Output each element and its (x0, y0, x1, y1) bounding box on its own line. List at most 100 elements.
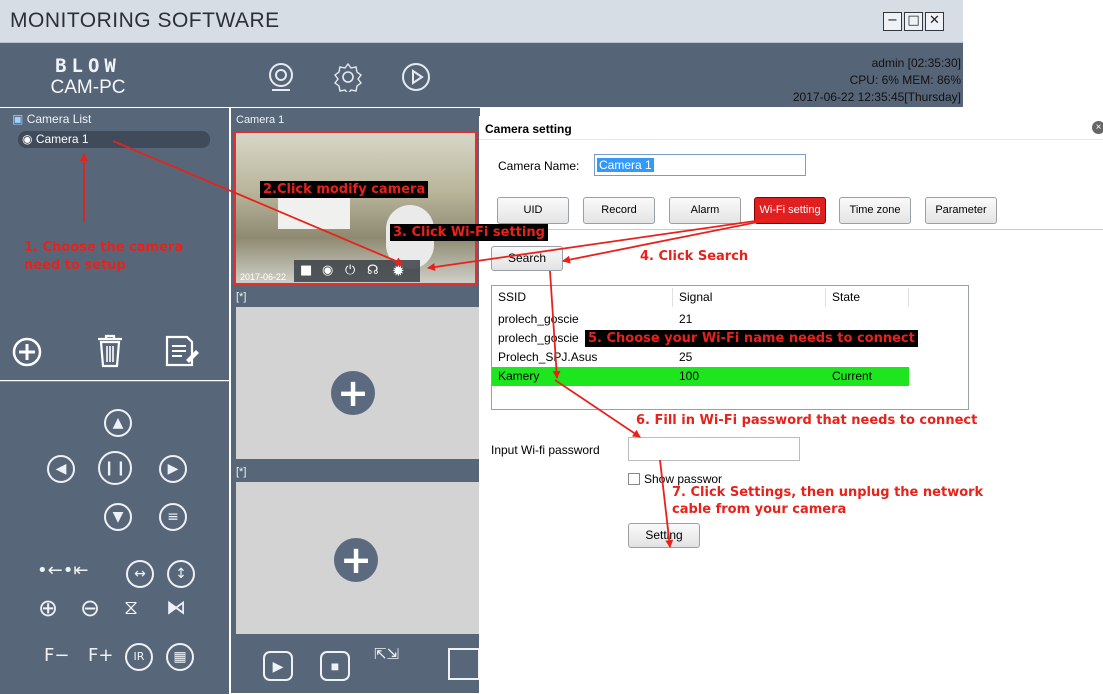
add-video-icon[interactable]: + (334, 538, 378, 582)
status-user-time: admin [02:35:30] (871, 56, 961, 70)
signal-cell: 25 (679, 350, 693, 364)
edit-camera-icon[interactable] (164, 334, 200, 368)
show-password-label: Show passwor (644, 472, 723, 486)
status-datetime: 2017-06-22 12:35:45[Thursday] (792, 90, 961, 104)
table-row-selected[interactable]: Kamery 100 Current (492, 367, 909, 386)
tab-alarm[interactable]: Alarm (669, 197, 741, 224)
annotation-step-3: 3. Click Wi-Fi setting (390, 224, 548, 241)
table-row[interactable]: prolech_goscie 21 (492, 310, 909, 329)
state-cell: Current (832, 369, 873, 383)
divider (479, 139, 1103, 140)
playback-stop-icon[interactable]: ■ (320, 651, 350, 681)
brand-logo-text: BLOW (55, 55, 121, 77)
video-timestamp: 2017-06-22 (240, 272, 287, 282)
ssid-cell: Kamery (498, 369, 540, 383)
annotation-step-2: 2.Click modify camera (260, 181, 429, 198)
annotation-step-1: 1. Choose the camera (24, 240, 184, 255)
zoom-in-icon[interactable]: ⊕ (38, 594, 58, 622)
tab-uid[interactable]: UID (497, 197, 569, 224)
wifi-password-input[interactable] (628, 437, 800, 461)
focus-minus-button[interactable]: F− (44, 645, 69, 666)
annotation-step-7-cont: cable from your camera (672, 502, 847, 517)
play-icon[interactable] (401, 62, 431, 92)
camera-list-label: Camera List (26, 112, 92, 126)
pane3-label: [*] (236, 466, 247, 478)
delete-camera-icon[interactable] (95, 333, 125, 369)
dialog-title: Camera setting (485, 122, 572, 136)
pause-icon[interactable]: ❙❙ (98, 451, 132, 485)
table-row[interactable]: Prolech_SPJ.Asus 25 (492, 348, 909, 367)
annotation-step-7: 7. Click Settings, then unplug the netwo… (672, 485, 984, 500)
brand-logo: BLOW CAM-PC (38, 55, 138, 99)
webcam-icon[interactable] (266, 62, 296, 92)
layout-single-icon[interactable] (448, 648, 480, 680)
mirror-horizontal-icon[interactable]: ⧑ (166, 595, 186, 619)
camera-name-label: Camera Name: (498, 159, 580, 173)
camera-video-pane[interactable]: ■ ◉ ⏻ ☊ ✹ 2017-06-22 (234, 131, 477, 285)
pan-left-icon[interactable]: ◀ (47, 455, 75, 483)
column-header-ssid[interactable]: SSID (492, 288, 673, 307)
signal-cell: 100 (679, 369, 700, 383)
video-window (278, 195, 350, 229)
camera-icon: ◉ (22, 132, 33, 146)
tab-record[interactable]: Record (583, 197, 655, 224)
column-header-signal[interactable]: Signal (673, 288, 826, 307)
horizontal-flip-icon[interactable]: ↔ (126, 560, 154, 588)
maximize-button[interactable]: □ (904, 12, 923, 31)
annotation-step-4: 4. Click Search (640, 249, 749, 264)
add-camera-icon[interactable] (11, 336, 43, 368)
dialog-close-icon[interactable]: × (1092, 121, 1103, 134)
tab-wifi-setting[interactable]: Wi-Fi setting (754, 197, 826, 224)
pane2-label: [*] (236, 291, 247, 303)
add-video-icon[interactable]: + (331, 371, 375, 415)
annotation-step-1-cont: need to setup (24, 258, 126, 273)
tab-time-zone[interactable]: Time zone (839, 197, 911, 224)
ir-button[interactable]: IR (125, 643, 153, 671)
brand-subtitle: CAM-PC (50, 77, 126, 98)
tab-parameter[interactable]: Parameter (925, 197, 997, 224)
annotation-step-5: 5. Choose your Wi-Fi name needs to conne… (585, 330, 918, 347)
mirror-vertical-icon[interactable]: ⧖ (124, 595, 138, 619)
state-cell (826, 348, 909, 367)
microphone-icon[interactable]: ⏻ (345, 263, 355, 278)
headphones-icon[interactable]: ☊ (367, 263, 379, 278)
gear-icon[interactable] (333, 62, 363, 92)
divider (479, 229, 1103, 230)
signal-cell: 21 (679, 312, 693, 326)
table-header-row: SSID Signal State (492, 288, 909, 307)
search-button[interactable]: Search (491, 246, 563, 271)
pane1-label: Camera 1 (236, 114, 285, 126)
horizontal-patrol-icon[interactable]: •←•⇤ (37, 560, 88, 581)
vertical-flip-icon[interactable]: ↕ (167, 560, 195, 588)
tree-icon: ▣ (12, 112, 24, 126)
ssid-cell: prolech_goscie (498, 312, 579, 326)
playback-play-icon[interactable]: ▶ (263, 651, 293, 681)
camera-item-label: Camera 1 (35, 132, 89, 146)
pan-right-icon[interactable]: ▶ (159, 455, 187, 483)
record-icon[interactable]: ■ (300, 263, 312, 278)
status-panel: admin [02:35:30] CPU: 6% MEM: 86% 2017-0… (793, 55, 961, 106)
image-settings-icon[interactable]: ▦ (166, 643, 194, 671)
fullscreen-icon[interactable]: ⇱⇲ (374, 646, 399, 662)
column-header-state[interactable]: State (826, 288, 909, 307)
zoom-out-icon[interactable]: ⊖ (80, 594, 100, 622)
preset-list-icon[interactable]: ≡ (159, 503, 187, 531)
camera-list-title: ▣ Camera List (12, 112, 91, 126)
snapshot-icon[interactable]: ◉ (322, 263, 333, 278)
close-button[interactable]: ✕ (925, 12, 944, 31)
camera-name-value: Camera 1 (597, 158, 654, 172)
focus-plus-button[interactable]: F+ (88, 645, 113, 666)
ssid-cell: Prolech_SPJ.Asus (498, 350, 598, 364)
pan-up-icon[interactable]: ▲ (104, 409, 132, 437)
status-cpu-mem: CPU: 6% MEM: 86% (849, 73, 961, 87)
wifi-password-label: Input Wi-fi password (491, 443, 600, 457)
minimize-button[interactable]: − (883, 12, 902, 31)
camera-list-item[interactable]: ◉ Camera 1 (18, 131, 210, 148)
state-cell (826, 310, 909, 329)
settings-gear-icon[interactable]: ✹ (392, 262, 405, 280)
pan-down-icon[interactable]: ▼ (104, 503, 132, 531)
setting-button[interactable]: Setting (628, 523, 700, 548)
wifi-network-table: SSID Signal State prolech_goscie 21 prol… (491, 285, 969, 410)
show-password-checkbox[interactable] (628, 473, 640, 485)
app-title: MONITORING SOFTWARE (10, 9, 280, 32)
